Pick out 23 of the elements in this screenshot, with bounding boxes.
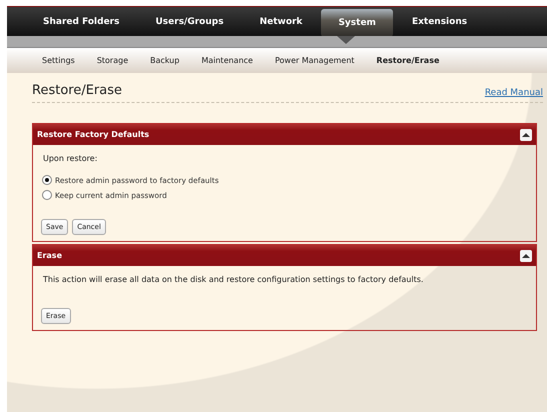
sub-nav-tab[interactable]: Maintenance — [190, 56, 264, 65]
main-nav-tab[interactable]: Users/Groups — [138, 7, 241, 36]
sub-nav-tab[interactable]: Backup — [139, 56, 190, 65]
sub-nav-tab[interactable]: Settings — [31, 56, 86, 65]
caret-icon — [522, 252, 530, 258]
main-nav-tab[interactable]: System — [321, 9, 393, 37]
message-text: This action will erase all data on the disk and restore configuration settings to factory defaults. — [43, 275, 424, 284]
prompt-text: Upon restore: — [43, 154, 98, 163]
sub-nav-tab[interactable]: Power Management — [264, 56, 366, 65]
sub-nav-tab[interactable]: Restore/Erase — [365, 56, 450, 65]
main-nav-tab[interactable]: Network — [242, 7, 320, 36]
collapse-button[interactable] — [520, 250, 532, 262]
main-nav-tab[interactable]: Extensions — [394, 7, 484, 36]
radio-icon[interactable] — [42, 175, 52, 185]
read-manual-link[interactable]: Read Manual — [484, 88, 543, 98]
page-title: Restore/Erase — [32, 83, 122, 98]
radio-icon[interactable] — [42, 190, 52, 200]
main-nav-tab[interactable]: Shared Folders — [26, 7, 136, 36]
caret-icon — [522, 132, 530, 138]
panel-title: Erase — [37, 251, 62, 260]
sub-nav-tab[interactable]: Storage — [86, 56, 140, 65]
panel-title: Restore Factory Defaults — [37, 130, 150, 139]
collapse-button[interactable] — [520, 128, 532, 140]
